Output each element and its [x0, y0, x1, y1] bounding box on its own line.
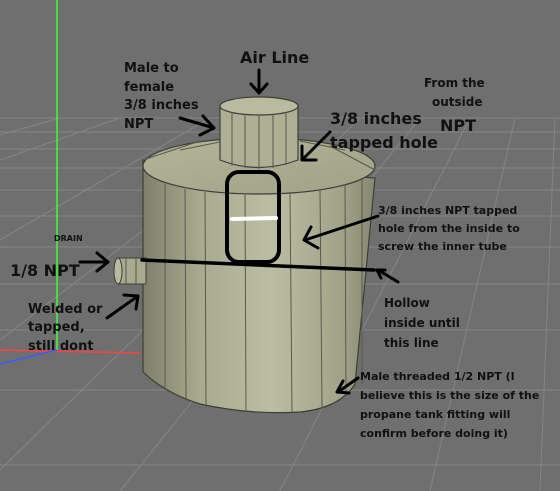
label-hollow-3: this line — [384, 336, 439, 350]
label-hollow-1: Hollow — [384, 296, 430, 310]
label-tapped-hole-1: 3/8 inches — [330, 109, 422, 128]
label-male-threaded-1: Male threaded 1/2 NPT (I — [360, 370, 515, 383]
label-eighth-npt: 1/8 NPT — [10, 261, 80, 280]
top-fitting-cylinder — [219, 96, 299, 169]
label-drain: DRAIN — [54, 234, 83, 243]
label-welded-1: Welded or — [28, 302, 103, 317]
label-npt-inside-3: screw the inner tube — [378, 240, 507, 253]
label-hollow-2: inside until — [384, 316, 460, 330]
label-air-line: Air Line — [240, 48, 309, 67]
label-welded-2: tapped, — [28, 320, 85, 335]
label-from-outside-2: outside — [432, 95, 483, 109]
label-welded-3: still dont — [28, 339, 94, 354]
label-male-female-4: NPT — [124, 117, 153, 132]
diagram-canvas: Air Line Male to female 3/8 inches NPT F… — [0, 0, 560, 491]
label-male-threaded-3: propane tank fitting will — [360, 408, 510, 421]
label-npt-inside-2: hole from the inside to — [378, 222, 520, 235]
label-from-outside-3: NPT — [440, 116, 476, 135]
main-cylinder — [142, 137, 376, 414]
label-npt-inside-1: 3/8 inches NPT tapped — [378, 204, 517, 217]
inner-tube-mark — [230, 216, 278, 221]
label-male-female-1: Male to — [124, 61, 179, 76]
label-male-female-2: female — [124, 80, 174, 95]
drain-fitting — [113, 257, 147, 285]
label-male-female-3: 3/8 inches — [124, 98, 199, 113]
cylinder-diagram: Air Line Male to female 3/8 inches NPT F… — [0, 0, 560, 491]
label-male-threaded-2: believe this is the size of the — [360, 389, 539, 402]
label-tapped-hole-2: tapped hole — [330, 133, 438, 152]
label-from-outside-1: From the — [424, 76, 485, 90]
label-male-threaded-4: confirm before doing it) — [360, 427, 508, 440]
